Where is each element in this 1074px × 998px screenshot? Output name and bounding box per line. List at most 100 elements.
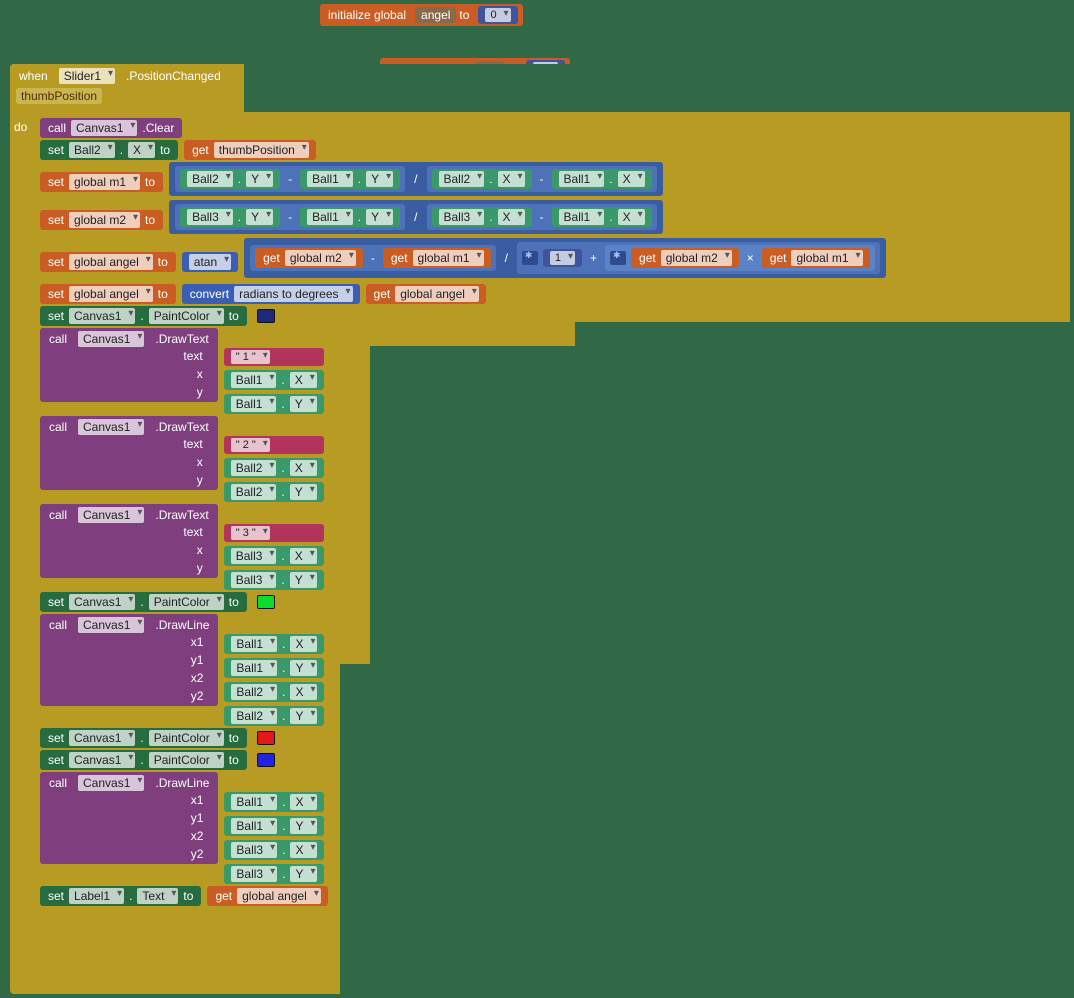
- minus-block[interactable]: Ball3.Y - Ball1.Y: [175, 204, 405, 230]
- comp-dd[interactable]: Ball1: [307, 171, 353, 187]
- color-swatch[interactable]: [257, 595, 275, 609]
- prop-dd[interactable]: Y: [246, 209, 273, 225]
- ball2-x-getter[interactable]: Ball2.X: [432, 169, 532, 189]
- call-drawline-1[interactable]: call Canvas1 .DrawLine x1 y1 x2 y2: [40, 614, 218, 706]
- divide-block-angel[interactable]: getglobal m2 - getglobal m1 / 1 + getglo…: [244, 238, 885, 278]
- ball2-y-getter[interactable]: Ball2.Y: [180, 169, 280, 189]
- get-m2[interactable]: getglobal m2: [631, 248, 739, 268]
- gear-icon[interactable]: [610, 251, 626, 265]
- minus-block[interactable]: Ball2.X - Ball1.X: [427, 166, 657, 192]
- set-label1-text[interactable]: set Label1. Text to: [40, 886, 201, 906]
- set-global-m1[interactable]: set global m1 to: [40, 172, 163, 192]
- ball2-y-getter[interactable]: Ball2.Y: [224, 482, 324, 502]
- var-dropdown[interactable]: thumbPosition: [214, 142, 309, 158]
- var-dropdown[interactable]: global m1: [69, 174, 140, 190]
- set-paintcolor-red[interactable]: set Canvas1. PaintColor to: [40, 728, 247, 748]
- set-paintcolor-green[interactable]: set Canvas1. PaintColor to: [40, 592, 247, 612]
- text-literal-1[interactable]: " 1 ": [224, 348, 324, 366]
- op-div: /: [502, 251, 511, 265]
- get-global-angel[interactable]: get global angel: [366, 284, 486, 304]
- ball3-x-getter[interactable]: Ball3.X: [432, 207, 532, 227]
- color-swatch[interactable]: [257, 731, 275, 745]
- prop-dd[interactable]: X: [498, 209, 525, 225]
- prop-dd[interactable]: X: [618, 171, 645, 187]
- ball1-y-getter[interactable]: Ball1.Y: [224, 816, 324, 836]
- color-swatch[interactable]: [257, 309, 275, 323]
- ball1-x-getter[interactable]: Ball1.X: [224, 370, 324, 390]
- var-dropdown[interactable]: global angel: [69, 254, 153, 270]
- ball3-y-getter[interactable]: Ball3.Y: [224, 570, 324, 590]
- divide-block-m2[interactable]: Ball3.Y - Ball1.Y / Ball3.X - Ball1.X: [169, 200, 663, 234]
- call-drawtext-1[interactable]: call Canvas1 .DrawText text x y: [40, 328, 218, 402]
- set-ball2-x[interactable]: set Ball2 . X to: [40, 140, 178, 160]
- ball2-x-getter[interactable]: Ball2.X: [224, 458, 324, 478]
- call-canvas-clear[interactable]: call Canvas1 .Clear: [40, 118, 182, 138]
- minus-block[interactable]: Ball2.Y - Ball1.Y: [175, 166, 405, 192]
- divide-block-m1[interactable]: Ball2.Y - Ball1.Y / Ball2.X - Ball1.X: [169, 162, 663, 196]
- init-global-angel[interactable]: initialize global angel to 0: [320, 4, 523, 26]
- plus-block[interactable]: 1 + getglobal m2 × getglobal m1: [517, 242, 880, 274]
- comp-dd[interactable]: Ball3: [439, 209, 485, 225]
- slider-dropdown[interactable]: Slider1: [59, 68, 115, 84]
- ball1-y-getter[interactable]: Ball1.Y: [224, 658, 324, 678]
- prop-dropdown[interactable]: X: [128, 142, 155, 158]
- prop-dd[interactable]: Y: [366, 171, 393, 187]
- gear-icon[interactable]: [522, 251, 538, 265]
- comp-dd[interactable]: Ball1: [307, 209, 353, 225]
- ball3-x-getter[interactable]: Ball3.X: [224, 840, 324, 860]
- ball1-x-getter[interactable]: Ball1.X: [224, 792, 324, 812]
- ball2-x-getter[interactable]: Ball2.X: [224, 682, 324, 702]
- times-block[interactable]: getglobal m2 × getglobal m1: [605, 245, 874, 271]
- ball3-y-getter[interactable]: Ball3.Y: [224, 864, 324, 884]
- comp-dd[interactable]: Ball2: [439, 171, 485, 187]
- minus-block[interactable]: getglobal m2 - getglobal m1: [250, 245, 495, 271]
- var-dropdown[interactable]: global m2: [69, 212, 140, 228]
- set-global-m2[interactable]: set global m2 to: [40, 210, 163, 230]
- ball3-x-getter[interactable]: Ball3.X: [224, 546, 324, 566]
- get-m1[interactable]: getglobal m1: [383, 248, 491, 268]
- prop-dd[interactable]: X: [618, 209, 645, 225]
- set-paintcolor-navy[interactable]: set Canvas1. PaintColor to: [40, 306, 247, 326]
- set-global-angel-atan[interactable]: set global angel to: [40, 252, 176, 272]
- text-literal-2[interactable]: " 2 ": [224, 436, 324, 454]
- ball1-y-getter[interactable]: Ball1.Y: [300, 207, 400, 227]
- canvas-dropdown[interactable]: Canvas1: [71, 120, 137, 136]
- get-global-angel[interactable]: get global angel: [207, 886, 327, 906]
- comp-dd[interactable]: Ball3: [187, 209, 233, 225]
- ball1-x-getter[interactable]: Ball1.X: [552, 169, 652, 189]
- call-drawline-2[interactable]: call Canvas1 .DrawLine x1 y1 x2 y2: [40, 772, 218, 864]
- prop-dd[interactable]: X: [498, 171, 525, 187]
- prop-dd[interactable]: Y: [366, 209, 393, 225]
- prop-dd[interactable]: Y: [246, 171, 273, 187]
- color-swatch[interactable]: [257, 753, 275, 767]
- arg-text: text: [180, 349, 205, 363]
- number-block[interactable]: 0: [478, 6, 517, 24]
- call-drawtext-3[interactable]: call Canvas1 .DrawText text x y: [40, 504, 218, 578]
- var-dropdown[interactable]: global angel: [395, 286, 479, 302]
- convert-mode-dropdown[interactable]: radians to degrees: [234, 286, 352, 302]
- atan-dropdown[interactable]: atan: [189, 254, 231, 270]
- comp-dropdown[interactable]: Ball2: [69, 142, 115, 158]
- set-paintcolor-blue[interactable]: set Canvas1. PaintColor to: [40, 750, 247, 770]
- get-m1[interactable]: getglobal m1: [762, 248, 870, 268]
- get-m2[interactable]: getglobal m2: [255, 248, 363, 268]
- get-thumbposition[interactable]: get thumbPosition: [184, 140, 316, 160]
- ball1-x-getter[interactable]: Ball1.X: [224, 634, 324, 654]
- text-literal-3[interactable]: " 3 ": [224, 524, 324, 542]
- convert-block[interactable]: convert radians to degrees: [182, 284, 360, 304]
- var-dropdown[interactable]: global angel: [69, 286, 153, 302]
- ball2-y-getter[interactable]: Ball2.Y: [224, 706, 324, 726]
- minus-block[interactable]: Ball3.X - Ball1.X: [427, 204, 657, 230]
- atan-block[interactable]: atan: [182, 252, 238, 272]
- ball1-y-getter[interactable]: Ball1.Y: [300, 169, 400, 189]
- comp-dd[interactable]: Ball1: [559, 209, 605, 225]
- call-drawtext-2[interactable]: call Canvas1 .DrawText text x y: [40, 416, 218, 490]
- when-slider-positionchanged[interactable]: when Slider1 .PositionChanged thumbPosit…: [10, 64, 1070, 994]
- ball1-y-getter[interactable]: Ball1.Y: [224, 394, 324, 414]
- ball3-y-getter[interactable]: Ball3.Y: [180, 207, 280, 227]
- set-global-angel-convert[interactable]: set global angel to: [40, 284, 176, 304]
- comp-dd[interactable]: Ball2: [187, 171, 233, 187]
- comp-dd[interactable]: Ball1: [559, 171, 605, 187]
- number-one[interactable]: 1: [543, 249, 582, 267]
- ball1-x-getter[interactable]: Ball1.X: [552, 207, 652, 227]
